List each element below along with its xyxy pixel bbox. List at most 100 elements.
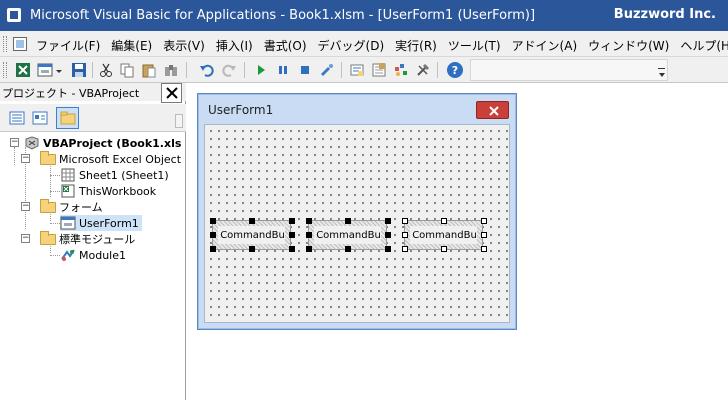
tree-node-sheet1[interactable]: Sheet1 (Sheet1) [60, 167, 169, 183]
tree-node-modules[interactable]: 標準モジュール [40, 231, 135, 247]
view-excel-icon[interactable] [14, 61, 32, 79]
chevron-down-icon[interactable] [659, 73, 665, 77]
tree-node-forms[interactable]: フォーム [40, 199, 103, 215]
module-icon [60, 248, 76, 262]
save-icon[interactable] [70, 61, 88, 79]
project-tree: − VBAProject (Book1.xls − Microsoft Exce… [0, 133, 185, 400]
resize-handle[interactable] [402, 218, 408, 224]
resize-handle[interactable] [441, 218, 447, 224]
userform-caption: UserForm1 [208, 103, 274, 117]
menu-window[interactable]: ウィンドウ(W) [588, 37, 669, 54]
tree-label-forms: フォーム [59, 201, 103, 214]
resize-handle[interactable] [481, 246, 487, 252]
resize-handle[interactable] [402, 232, 408, 238]
tree-collapse-toggle[interactable]: − [21, 202, 30, 211]
tree-node-userform1[interactable]: UserForm1 [60, 215, 142, 231]
resize-handle[interactable] [289, 246, 295, 252]
menu-tools[interactable]: ツール(T) [448, 37, 501, 54]
menu-debug[interactable]: デバッグ(D) [318, 37, 385, 54]
resize-handle[interactable] [385, 246, 391, 252]
tree-node-thisworkbook[interactable]: ThisWorkbook [60, 183, 156, 199]
copy-icon[interactable] [118, 61, 136, 79]
tree-collapse-toggle[interactable]: − [10, 138, 19, 147]
run-icon[interactable] [252, 61, 270, 79]
close-icon[interactable] [161, 83, 182, 103]
folder-icon [40, 199, 56, 214]
resize-handle[interactable] [441, 246, 447, 252]
help-icon[interactable]: ? [446, 61, 464, 79]
resize-handle[interactable] [306, 232, 312, 238]
resize-handle[interactable] [249, 218, 255, 224]
resize-handle[interactable] [306, 218, 312, 224]
menu-help[interactable]: ヘルプ(H) [680, 37, 728, 54]
menu-insert[interactable]: 挿入(I) [216, 37, 253, 54]
folder-icon [40, 151, 56, 166]
cut-icon[interactable] [97, 61, 115, 79]
break-icon[interactable] [274, 61, 292, 79]
insert-userform-icon[interactable] [36, 61, 54, 79]
resize-handle[interactable] [345, 246, 351, 252]
tree-node-module1[interactable]: Module1 [60, 247, 126, 263]
view-object-icon[interactable] [31, 109, 49, 126]
design-mode-icon[interactable] [318, 61, 336, 79]
toggle-folders-icon[interactable] [56, 107, 79, 129]
insert-dropdown-icon[interactable] [54, 61, 64, 79]
paste-icon[interactable] [140, 61, 158, 79]
resize-handle[interactable] [210, 246, 216, 252]
resize-handle[interactable] [289, 232, 295, 238]
userform-client-area[interactable]: CommandBu CommandBu CommandBu [204, 124, 510, 323]
tree-connector [50, 255, 60, 256]
toolbar-separator [437, 62, 438, 78]
tree-label-userform1: UserForm1 [79, 216, 139, 230]
resize-handle[interactable] [289, 218, 295, 224]
tree-node-vbaproject[interactable]: VBAProject (Book1.xls [24, 135, 181, 151]
window-title: Microsoft Visual Basic for Applications … [30, 8, 536, 23]
vba-project-icon [24, 136, 40, 150]
resize-handle[interactable] [385, 232, 391, 238]
tree-node-excel-objects[interactable]: Microsoft Excel Object [40, 151, 181, 167]
menu-file[interactable]: ファイル(F) [36, 37, 100, 54]
menubar-grip[interactable] [3, 36, 7, 52]
tree-connector [50, 223, 60, 224]
position-combo[interactable] [470, 59, 668, 81]
form-designer-area: UserForm1 CommandBu CommandBu CommandBu [187, 83, 728, 400]
resize-handle[interactable] [210, 232, 216, 238]
project-panel-toolbar [0, 104, 186, 132]
project-explorer-icon[interactable] [348, 61, 366, 79]
window-control-menu-icon[interactable] [13, 37, 27, 51]
menu-run[interactable]: 実行(R) [395, 37, 437, 54]
toolbar-separator [186, 62, 187, 78]
resize-handle[interactable] [402, 246, 408, 252]
project-panel-header: プロジェクト - VBAProject [0, 83, 186, 101]
resize-handle[interactable] [385, 218, 391, 224]
undo-icon[interactable] [198, 61, 216, 79]
folder-icon [40, 231, 56, 246]
command-button-label: CommandBu [314, 226, 381, 244]
menu-edit[interactable]: 編集(E) [111, 37, 152, 54]
menu-addins[interactable]: アドイン(A) [512, 37, 578, 54]
object-browser-icon[interactable] [392, 61, 410, 79]
resize-handle[interactable] [481, 232, 487, 238]
close-icon[interactable] [476, 101, 509, 119]
toolbox-icon[interactable] [414, 61, 432, 79]
reset-icon[interactable] [296, 61, 314, 79]
tree-collapse-toggle[interactable]: − [21, 234, 30, 243]
toolbar-grip[interactable] [3, 62, 7, 78]
redo-icon[interactable] [220, 61, 238, 79]
userform-window[interactable]: UserForm1 CommandBu CommandBu CommandBu [197, 93, 517, 330]
resize-handle[interactable] [481, 218, 487, 224]
tree-collapse-toggle[interactable]: − [21, 154, 30, 163]
resize-handle[interactable] [345, 218, 351, 224]
resize-handle[interactable] [249, 246, 255, 252]
properties-icon[interactable] [370, 61, 388, 79]
view-code-icon[interactable] [8, 109, 26, 126]
find-icon[interactable] [162, 61, 180, 79]
menu-view[interactable]: 表示(V) [163, 37, 205, 54]
resize-handle[interactable] [210, 218, 216, 224]
resize-handle[interactable] [306, 246, 312, 252]
panel-resize-grip[interactable] [175, 114, 183, 128]
menu-format[interactable]: 書式(O) [264, 37, 307, 54]
workbook-icon [60, 184, 76, 198]
command-button-label: CommandBu [410, 226, 477, 244]
tree-label-modules: 標準モジュール [59, 233, 136, 246]
